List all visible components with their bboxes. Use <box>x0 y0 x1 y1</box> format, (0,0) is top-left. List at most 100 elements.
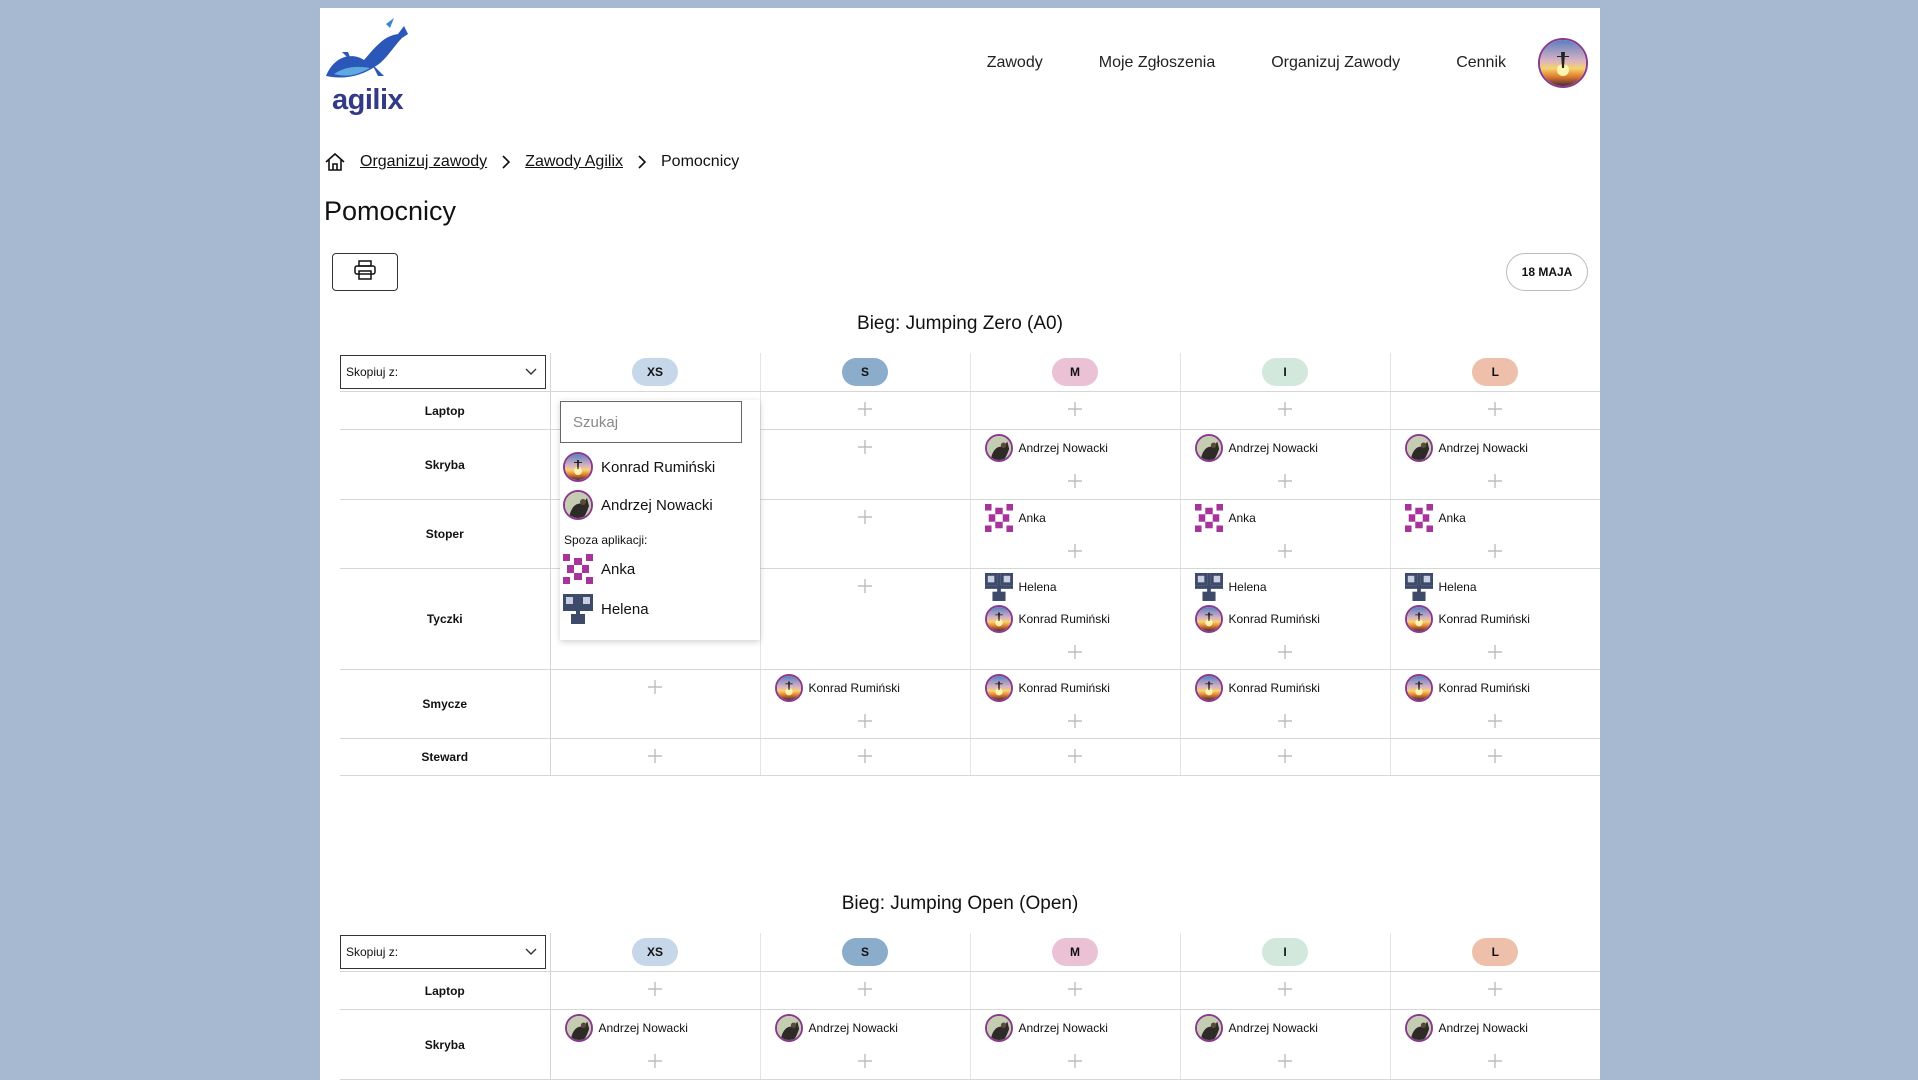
add-helper-button[interactable] <box>971 1044 1180 1078</box>
helper-name: Konrad Rumiński <box>1438 681 1530 695</box>
dropdown-option[interactable]: Anka <box>563 554 635 584</box>
add-helper-button[interactable] <box>1181 739 1390 773</box>
add-helper-button[interactable] <box>971 392 1180 426</box>
helper-entry[interactable]: Andrzej Nowacki <box>1391 1012 1601 1044</box>
role-row: Laptop <box>340 391 1601 430</box>
add-helper-button[interactable] <box>1181 704 1390 738</box>
add-helper-button[interactable] <box>1181 1044 1390 1078</box>
add-helper-button[interactable] <box>1391 392 1601 426</box>
dropdown-option-name: Helena <box>601 600 649 618</box>
nav-organizuj-zawody[interactable]: Organizuj Zawody <box>1271 54 1400 72</box>
add-helper-button[interactable] <box>761 1044 970 1078</box>
helper-entry[interactable]: Konrad Rumiński <box>1391 603 1601 635</box>
add-helper-button[interactable] <box>1181 972 1390 1006</box>
helper-entry[interactable]: Konrad Rumiński <box>971 672 1180 704</box>
add-helper-button[interactable] <box>551 1044 760 1078</box>
assignment-cell <box>970 971 1181 1010</box>
add-helper-button[interactable] <box>1391 704 1601 738</box>
helper-entry[interactable]: Konrad Rumiński <box>971 603 1180 635</box>
add-helper-button[interactable] <box>551 670 760 704</box>
role-label: Skryba <box>340 429 551 500</box>
helper-entry[interactable]: Andrzej Nowacki <box>551 1012 760 1044</box>
helper-entry[interactable]: Konrad Rumiński <box>1181 672 1390 704</box>
add-helper-button[interactable] <box>551 739 760 773</box>
copy-from-select[interactable]: Skopiuj z: <box>340 355 546 389</box>
date-button[interactable]: 18 MAJA <box>1506 253 1588 291</box>
helper-entry[interactable]: Konrad Rumiński <box>761 672 970 704</box>
helper-entry[interactable]: Konrad Rumiński <box>1181 603 1390 635</box>
helper-entry[interactable]: Andrzej Nowacki <box>1391 432 1601 464</box>
add-helper-button[interactable] <box>1181 534 1390 568</box>
helper-entry[interactable]: Helena <box>1181 571 1390 603</box>
add-helper-button[interactable] <box>971 704 1180 738</box>
add-helper-button[interactable] <box>761 739 970 773</box>
user-avatar[interactable] <box>1538 38 1588 88</box>
assignment-cell: Andrzej Nowacki <box>1180 1009 1391 1080</box>
agilix-logo[interactable]: agilix <box>324 16 410 122</box>
add-helper-button[interactable] <box>1391 739 1601 773</box>
add-helper-button[interactable] <box>1391 534 1601 568</box>
helper-name: Andrzej Nowacki <box>1438 441 1528 455</box>
helper-entry[interactable]: Anka <box>1181 502 1390 534</box>
assignment-cell <box>760 499 971 569</box>
breadcrumb-zawody-agilix[interactable]: Zawody Agilix <box>525 153 623 171</box>
add-helper-button[interactable] <box>1391 1044 1601 1078</box>
size-header-cell: I <box>1180 933 1391 972</box>
avatar <box>563 594 593 624</box>
add-helper-button[interactable] <box>971 972 1180 1006</box>
helper-entry[interactable]: Helena <box>1391 571 1601 603</box>
helper-entry[interactable]: Konrad Rumiński <box>1391 672 1601 704</box>
add-helper-button[interactable] <box>1391 464 1601 498</box>
helper-entry[interactable]: Andrzej Nowacki <box>971 432 1180 464</box>
helper-entry[interactable]: Andrzej Nowacki <box>1181 1012 1390 1044</box>
add-helper-button[interactable] <box>1181 464 1390 498</box>
assignment-cell <box>1390 391 1601 430</box>
home-icon[interactable] <box>324 151 346 173</box>
helper-entry[interactable]: Anka <box>971 502 1180 534</box>
plus-icon <box>858 982 872 996</box>
copy-from-select[interactable]: Skopiuj z: <box>340 935 546 969</box>
helper-entry[interactable]: Helena <box>971 571 1180 603</box>
add-helper-button[interactable] <box>971 464 1180 498</box>
dropdown-option[interactable]: Helena <box>563 594 649 624</box>
nav-moje-zgloszenia[interactable]: Moje Zgłoszenia <box>1099 54 1216 72</box>
helper-name: Anka <box>1228 511 1256 525</box>
add-helper-button[interactable] <box>761 704 970 738</box>
add-helper-button[interactable] <box>761 500 970 534</box>
dropdown-option[interactable]: Konrad Rumiński <box>563 452 715 482</box>
add-helper-button[interactable] <box>761 392 970 426</box>
assignment-cell: Anka <box>970 499 1181 569</box>
print-button[interactable] <box>332 253 398 291</box>
breadcrumb-organizuj-zawody[interactable]: Organizuj zawody <box>360 153 487 171</box>
add-helper-button[interactable] <box>971 739 1180 773</box>
add-helper-button[interactable] <box>761 569 970 603</box>
helper-entry[interactable]: Andrzej Nowacki <box>1181 432 1390 464</box>
nav-cennik[interactable]: Cennik <box>1456 54 1506 72</box>
add-helper-button[interactable] <box>551 972 760 1006</box>
add-helper-button[interactable] <box>761 430 970 464</box>
nav-zawody[interactable]: Zawody <box>987 54 1043 72</box>
size-header-row: Skopiuj z: XS S M I L <box>340 933 1600 972</box>
add-helper-button[interactable] <box>1391 972 1601 1006</box>
assignment-cell: Anka <box>1180 499 1391 569</box>
add-helper-button[interactable] <box>761 972 970 1006</box>
avatar <box>1404 573 1433 601</box>
add-helper-button[interactable] <box>971 635 1180 669</box>
dropdown-option[interactable]: Andrzej Nowacki <box>563 490 713 520</box>
add-helper-button[interactable] <box>1181 635 1390 669</box>
add-helper-button[interactable] <box>1391 635 1601 669</box>
search-input[interactable]: Szukaj <box>560 401 742 443</box>
assignment-cell: Anka <box>1390 499 1601 569</box>
add-helper-button[interactable] <box>971 534 1180 568</box>
helper-name: Andrzej Nowacki <box>598 1021 688 1035</box>
plus-icon <box>1488 645 1503 659</box>
add-helper-button[interactable] <box>1181 392 1390 426</box>
helper-entry[interactable]: Andrzej Nowacki <box>761 1012 970 1044</box>
helper-entry[interactable]: Andrzej Nowacki <box>971 1012 1180 1044</box>
avatar <box>564 1014 593 1042</box>
size-header-cell: S <box>760 933 971 972</box>
role-label: Steward <box>340 738 551 776</box>
helper-entry[interactable]: Anka <box>1391 502 1601 534</box>
plus-icon <box>1278 544 1292 558</box>
assignment-cell: Helena Konrad Rumiński <box>1390 568 1601 670</box>
